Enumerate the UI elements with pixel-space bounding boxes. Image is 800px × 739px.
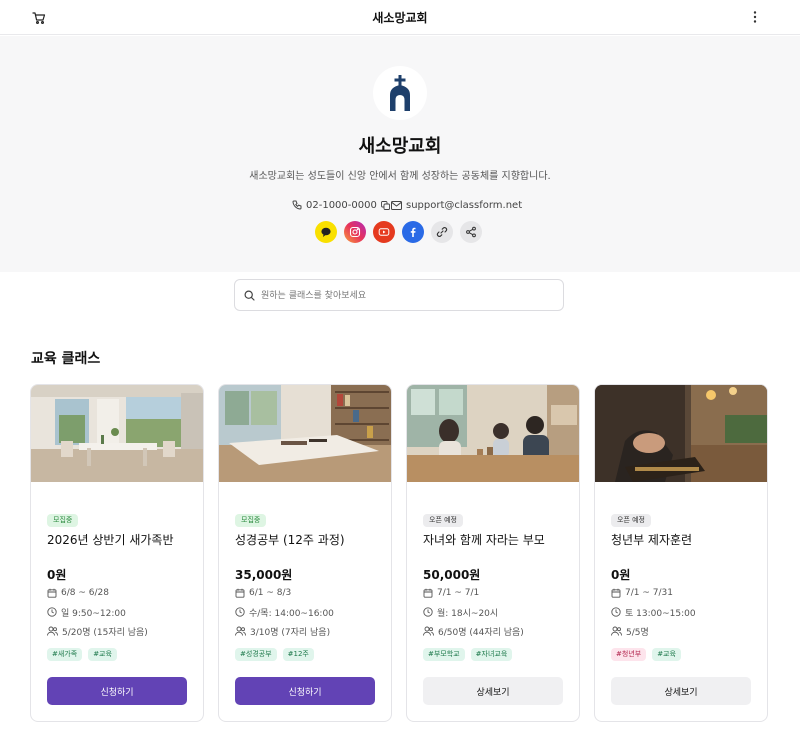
tag-list: #새가족 #교육 — [47, 648, 123, 661]
tag-list: #청년부 #교육 — [611, 648, 687, 661]
class-price: 50,000원 — [423, 568, 481, 582]
tag[interactable]: #자녀교육 — [470, 648, 513, 661]
clock-icon — [423, 607, 433, 617]
class-capacity: 5/20명 (15자리 남음) — [47, 625, 148, 638]
phone-icon — [292, 200, 302, 210]
class-price: 0원 — [47, 568, 67, 582]
time-text: 월: 18시~20시 — [437, 608, 499, 619]
tag[interactable]: #교육 — [88, 648, 117, 661]
search-icon — [244, 290, 255, 301]
details-button[interactable]: 상세보기 — [611, 677, 751, 705]
copy-icon[interactable] — [380, 200, 390, 210]
facebook-icon[interactable] — [402, 221, 424, 243]
class-title: 2026년 상반기 새가족반 — [47, 533, 174, 547]
tag[interactable]: #성경공부 — [235, 648, 277, 661]
capacity-text: 6/50명 (44자리 남음) — [438, 627, 524, 638]
clock-icon — [47, 607, 57, 617]
youtube-icon[interactable] — [373, 221, 395, 243]
calendar-icon — [235, 588, 245, 598]
tag[interactable]: #청년부 — [611, 648, 647, 661]
church-logo — [373, 66, 427, 120]
time-text: 토 13:00~15:00 — [625, 608, 696, 619]
class-capacity: 5/5명 — [611, 625, 649, 638]
calendar-icon — [47, 588, 57, 598]
class-image — [407, 385, 579, 482]
tag[interactable]: #부모학교 — [423, 648, 465, 661]
calendar-icon — [423, 588, 433, 598]
class-card[interactable]: 모집중 성경공부 (12주 과정) 35,000원 6/1 ~ 8/3 수/목:… — [218, 384, 392, 722]
capacity-text: 5/5명 — [626, 627, 649, 638]
dates-text: 6/8 ~ 6/28 — [61, 588, 109, 598]
church-profile: 새소망교회 새소망교회는 성도들이 신앙 안에서 함께 성장하는 공동체를 지향… — [0, 36, 800, 272]
mail-icon — [391, 200, 402, 210]
calendar-icon — [611, 588, 621, 598]
class-price: 35,000원 — [235, 568, 293, 582]
clock-icon — [611, 607, 621, 617]
status-badge: 모집중 — [235, 514, 267, 527]
class-dates: 6/1 ~ 8/3 — [235, 587, 291, 599]
section-title: 교육 클래스 — [31, 351, 101, 367]
search-input[interactable] — [261, 286, 551, 306]
class-image — [31, 385, 203, 482]
church-name: 새소망교회 — [358, 136, 442, 157]
email-contact[interactable]: support@classform.net — [391, 198, 522, 212]
share-icon[interactable] — [460, 221, 482, 243]
capacity-text: 5/20명 (15자리 남음) — [62, 627, 148, 638]
top-bar: 새소망교회 — [0, 0, 800, 35]
users-icon — [611, 626, 622, 636]
tag[interactable]: #새가족 — [47, 648, 83, 661]
class-title: 청년부 제자훈련 — [611, 533, 693, 547]
users-icon — [47, 626, 58, 636]
class-dates: 7/1 ~ 7/1 — [423, 587, 479, 599]
link-icon[interactable] — [431, 221, 453, 243]
instagram-icon[interactable] — [344, 221, 366, 243]
class-image — [595, 385, 767, 482]
church-icon — [390, 75, 410, 111]
class-search[interactable] — [234, 279, 564, 311]
class-card[interactable]: 모집중 2026년 상반기 새가족반 0원 6/8 ~ 6/28 일 9:50~… — [30, 384, 204, 722]
apply-button[interactable]: 신청하기 — [47, 677, 187, 705]
status-badge: 오픈 예정 — [423, 514, 463, 527]
class-dates: 7/1 ~ 7/31 — [611, 587, 673, 599]
apply-button[interactable]: 신청하기 — [235, 677, 375, 705]
tag-list: #부모학교 #자녀교육 — [423, 648, 518, 661]
time-text: 수/목: 14:00~16:00 — [249, 608, 334, 619]
email-address: support@classform.net — [406, 199, 523, 211]
dates-text: 7/1 ~ 7/31 — [625, 588, 673, 598]
capacity-text: 3/10명 (7자리 남음) — [250, 627, 331, 638]
kakaotalk-icon[interactable] — [315, 221, 337, 243]
page-title: 새소망교회 — [372, 11, 428, 25]
tag[interactable]: #교육 — [652, 648, 681, 661]
class-price: 0원 — [611, 568, 631, 582]
class-title: 성경공부 (12주 과정) — [235, 533, 345, 547]
phone-contact[interactable]: 02-1000-0000 — [292, 198, 394, 212]
status-badge: 모집중 — [47, 514, 79, 527]
class-capacity: 3/10명 (7자리 남음) — [235, 625, 331, 638]
class-card[interactable]: 오픈 예정 청년부 제자훈련 0원 7/1 ~ 7/31 토 13:00~15:… — [594, 384, 768, 722]
time-text: 일 9:50~12:00 — [61, 608, 126, 619]
class-time: 월: 18시~20시 — [423, 606, 499, 619]
class-card[interactable]: 오픈 예정 자녀와 함께 자라는 부모 50,000원 7/1 ~ 7/1 월:… — [406, 384, 580, 722]
details-button[interactable]: 상세보기 — [423, 677, 563, 705]
more-vertical-icon[interactable] — [748, 9, 762, 25]
dates-text: 6/1 ~ 8/3 — [249, 588, 292, 598]
class-time: 토 13:00~15:00 — [611, 606, 696, 619]
class-time: 일 9:50~12:00 — [47, 606, 126, 619]
users-icon — [235, 626, 246, 636]
class-capacity: 6/50명 (44자리 남음) — [423, 625, 524, 638]
tag[interactable]: #12주 — [282, 648, 314, 661]
tag-list: #성경공부 #12주 — [235, 648, 320, 661]
class-title: 자녀와 함께 자라는 부모 — [423, 533, 545, 547]
class-dates: 6/8 ~ 6/28 — [47, 587, 109, 599]
class-image — [219, 385, 391, 482]
clock-icon — [235, 607, 245, 617]
church-description: 새소망교회는 성도들이 신앙 안에서 함께 성장하는 공동체를 지향합니다. — [249, 171, 551, 182]
class-time: 수/목: 14:00~16:00 — [235, 606, 334, 619]
phone-number: 02-1000-0000 — [306, 199, 377, 211]
status-badge: 오픈 예정 — [611, 514, 651, 527]
users-icon — [423, 626, 434, 636]
dates-text: 7/1 ~ 7/1 — [437, 588, 480, 598]
